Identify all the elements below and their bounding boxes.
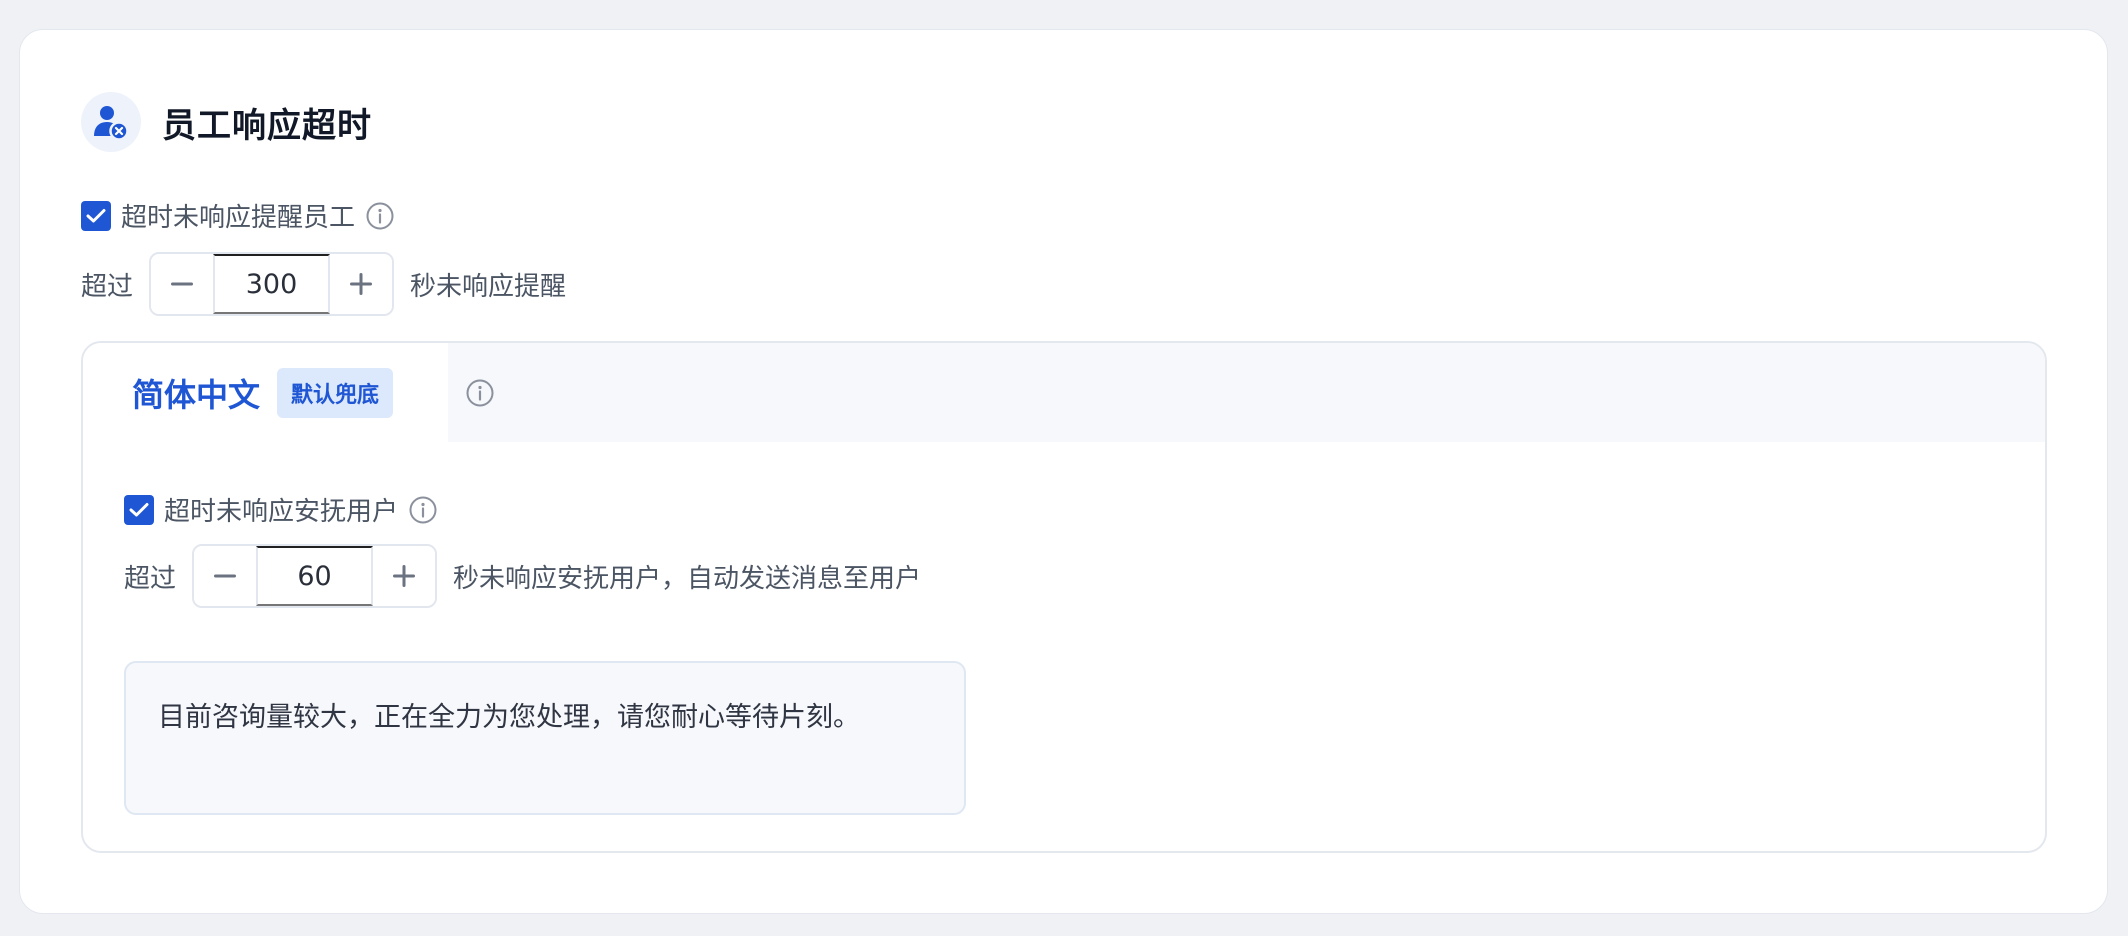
comfort-message-textarea[interactable]: 目前咨询量较大，正在全力为您处理，请您耐心等待片刻。 bbox=[124, 661, 966, 815]
page-title: 员工响应超时 bbox=[162, 105, 372, 146]
section-header: 员工响应超时 bbox=[81, 92, 372, 152]
settings-card: 员工响应超时 超时未响应提醒员工 超过 秒未响应提醒 bbox=[19, 29, 2108, 914]
tab-label: 简体中文 bbox=[132, 375, 261, 414]
info-icon[interactable] bbox=[408, 495, 438, 525]
info-icon[interactable] bbox=[465, 378, 495, 412]
staff-timeout-input[interactable] bbox=[213, 254, 331, 314]
stepper-suffix-label: 秒未响应安抚用户，自动发送消息至用户 bbox=[453, 563, 922, 594]
staff-timeout-stepper bbox=[149, 252, 395, 316]
user-timeout-stepper bbox=[192, 544, 438, 608]
decrement-button[interactable] bbox=[194, 546, 257, 606]
staff-reminder-checkbox[interactable] bbox=[81, 200, 111, 231]
increment-button[interactable] bbox=[373, 546, 436, 606]
stepper-prefix-label: 超过 bbox=[81, 271, 134, 302]
user-timeout-input[interactable] bbox=[256, 546, 374, 606]
increment-button[interactable] bbox=[330, 254, 393, 314]
staff-reminder-row: 超时未响应提醒员工 bbox=[81, 197, 395, 234]
decrement-button[interactable] bbox=[151, 254, 214, 314]
user-comfort-row: 超时未响应安抚用户 bbox=[124, 491, 438, 528]
user-comfort-label: 超时未响应安抚用户 bbox=[164, 497, 399, 527]
stepper-suffix-label: 秒未响应提醒 bbox=[410, 271, 567, 302]
default-badge: 默认兜底 bbox=[277, 367, 394, 418]
stepper-prefix-label: 超过 bbox=[124, 563, 177, 594]
user-comfort-checkbox[interactable] bbox=[124, 494, 154, 525]
user-timeout-icon bbox=[81, 92, 141, 152]
info-icon[interactable] bbox=[365, 201, 395, 231]
tab-simplified-chinese[interactable]: 简体中文 默认兜底 bbox=[83, 343, 448, 442]
language-panel: 简体中文 默认兜底 超时未响应安抚用户 超过 60 秒未响应安抚用户，自动发送消… bbox=[81, 341, 2047, 853]
staff-reminder-label: 超时未响应提醒员工 bbox=[121, 203, 356, 233]
staff-reminder-stepper-row: 超过 秒未响应提醒 bbox=[81, 252, 566, 316]
language-tabs: 简体中文 默认兜底 bbox=[83, 343, 2045, 442]
user-comfort-stepper-row: 超过 秒未响应安抚用户，自动发送消息至用户 bbox=[124, 544, 921, 608]
